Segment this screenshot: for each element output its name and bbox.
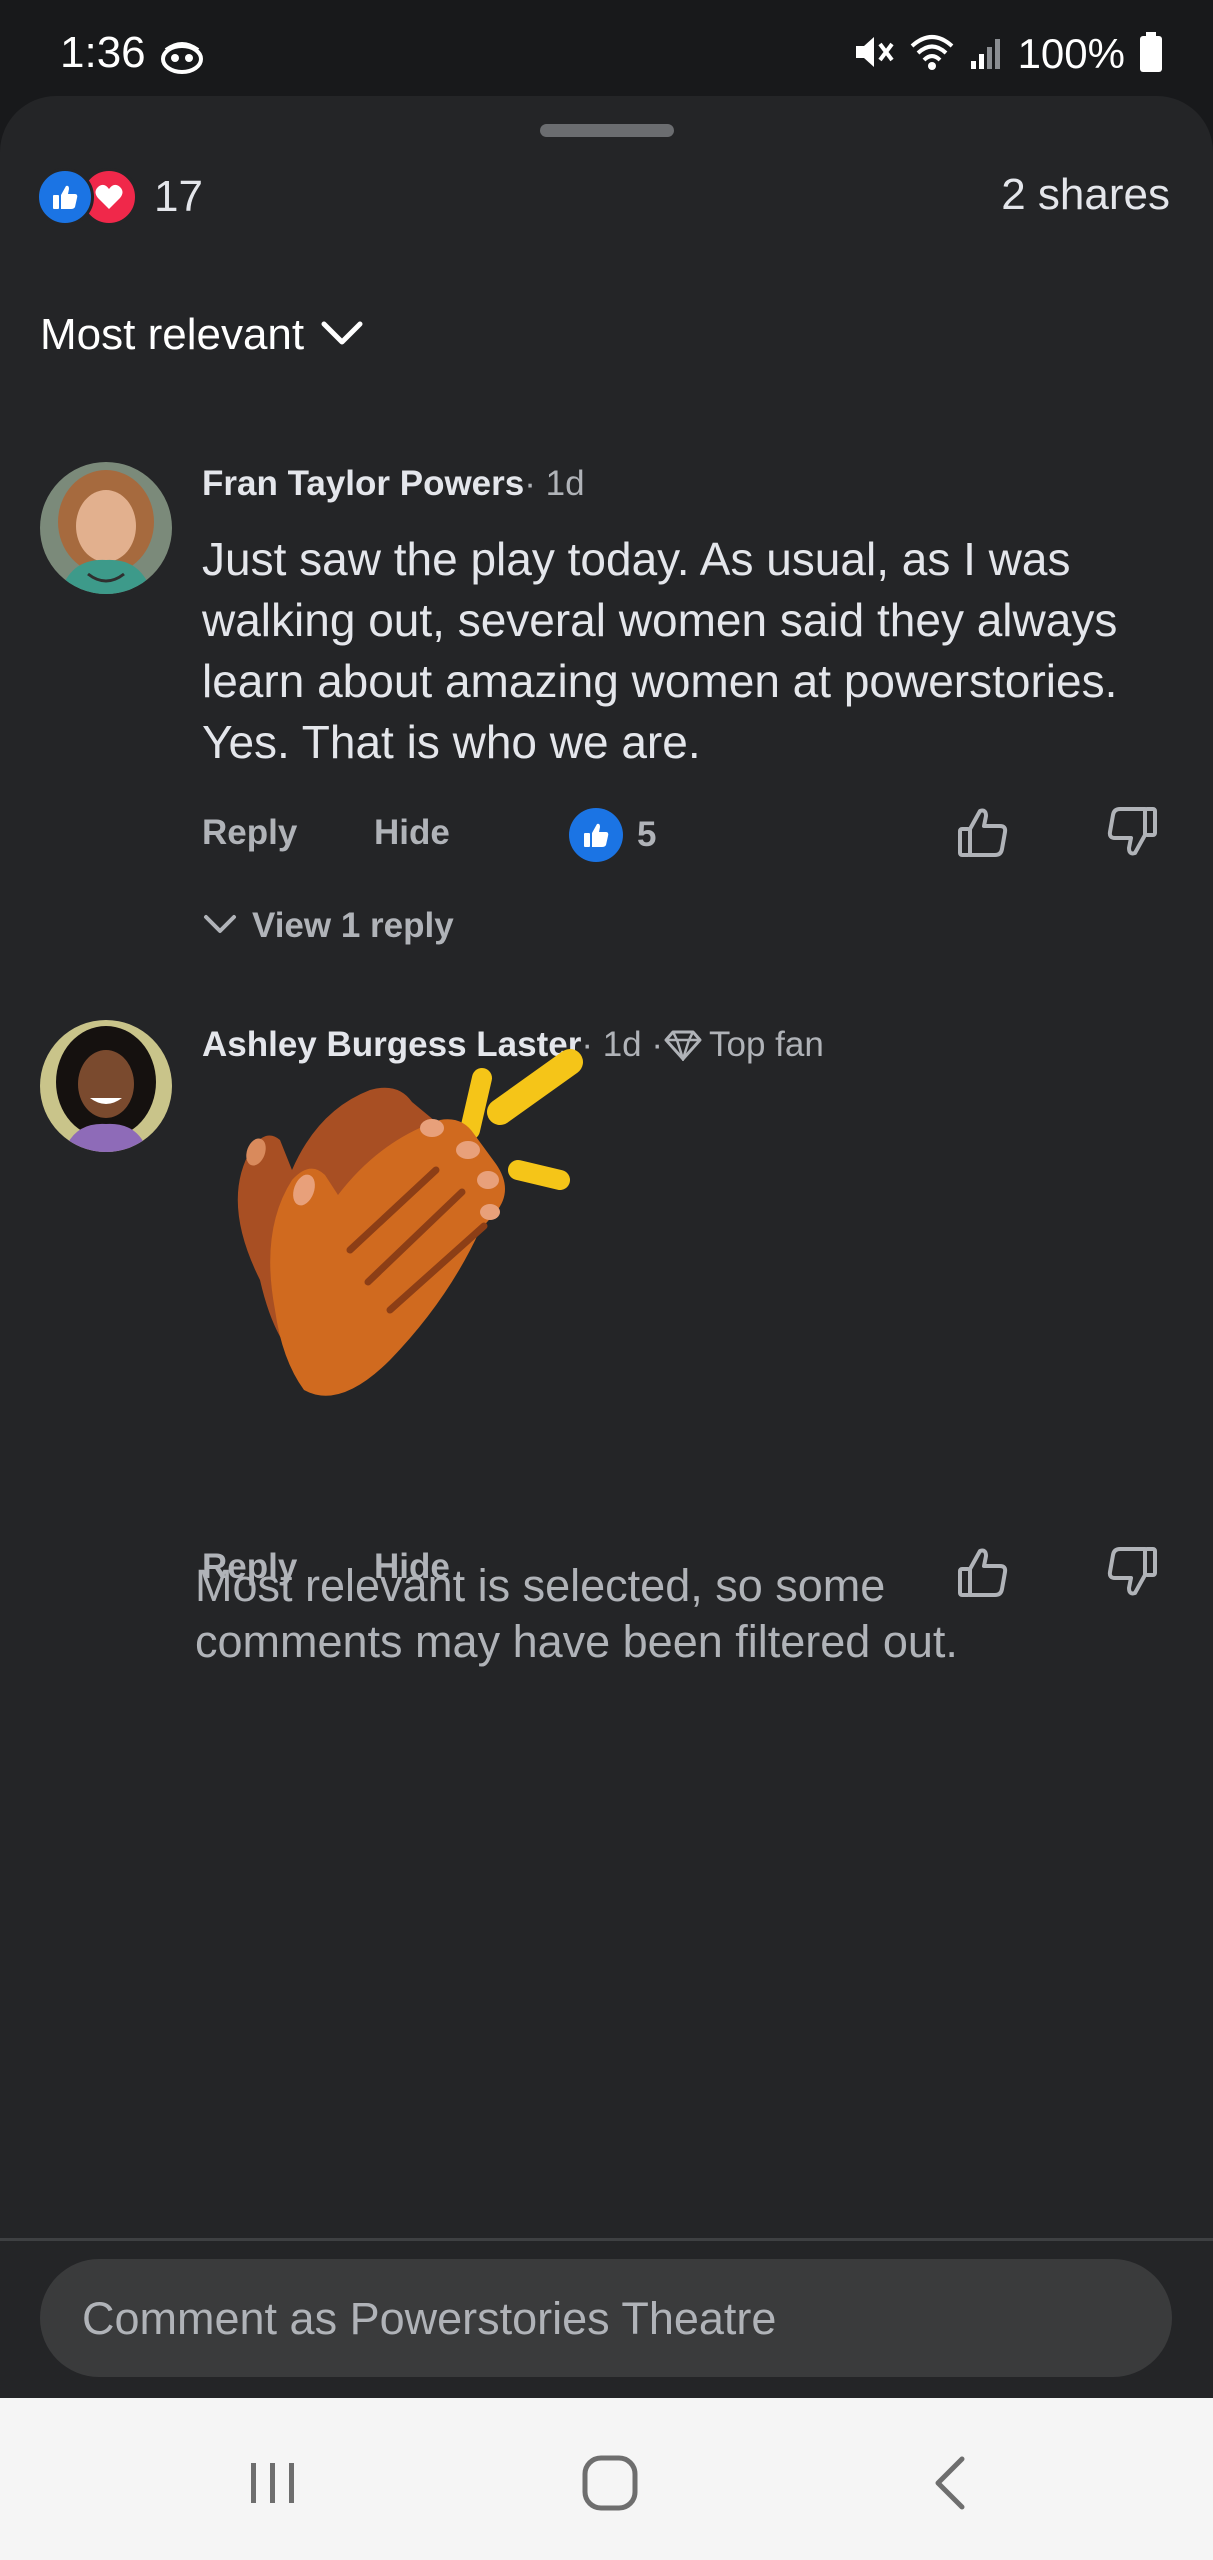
top-fan-badge: Top fan xyxy=(709,1025,824,1064)
battery-icon xyxy=(1139,31,1163,77)
comment-text: Just saw the play today. As usual, as I … xyxy=(202,533,1118,768)
view-replies-label: View 1 reply xyxy=(252,906,454,945)
comment-timestamp: · 1d xyxy=(524,464,585,503)
sort-label: Most relevant xyxy=(40,310,305,359)
home-button[interactable] xyxy=(575,2448,645,2518)
like-icon xyxy=(569,808,623,862)
battery-percent: 100% xyxy=(1017,30,1125,77)
status-time: 1:36 xyxy=(60,28,146,77)
view-replies-button[interactable]: View 1 reply xyxy=(202,906,454,946)
status-icons: 100% xyxy=(852,30,1163,78)
reply-button[interactable]: Reply xyxy=(202,813,297,853)
chevron-down-icon xyxy=(320,319,364,352)
avatar[interactable] xyxy=(40,462,172,594)
filter-notice: Most relevant is selected, so some comme… xyxy=(195,1560,958,1667)
comment-header: Fran Taylor Powers · 1d xyxy=(202,464,585,504)
reactions-summary[interactable]: 17 xyxy=(36,168,203,226)
hide-button[interactable]: Hide xyxy=(374,813,450,853)
signal-icon xyxy=(970,34,1004,75)
avatar[interactable] xyxy=(40,1020,172,1152)
reaction-count: 17 xyxy=(154,172,203,221)
sort-dropdown[interactable]: Most relevant xyxy=(40,310,364,360)
system-nav-bar xyxy=(0,2398,1213,2560)
downvote-button[interactable] xyxy=(1102,802,1162,862)
recent-apps-icon xyxy=(251,2463,294,2503)
recent-apps-button[interactable] xyxy=(238,2448,308,2518)
comment-like-summary[interactable]: 5 xyxy=(569,808,656,862)
chevron-down-icon xyxy=(202,913,238,940)
comment-like-count: 5 xyxy=(637,815,657,854)
thumbs-up-icon xyxy=(958,808,1008,857)
wave-monster-icon xyxy=(160,40,204,79)
status-bar: 1:36 100% xyxy=(0,0,1213,96)
clapping-hands-sticker xyxy=(200,1020,610,1420)
thumbs-down-icon xyxy=(1107,807,1157,856)
thumbs-down-icon xyxy=(1107,1547,1157,1596)
upvote-button[interactable] xyxy=(953,802,1013,862)
comment-author[interactable]: Fran Taylor Powers xyxy=(202,464,524,504)
divider xyxy=(0,2238,1213,2241)
mute-icon xyxy=(852,32,894,77)
home-icon xyxy=(582,2455,638,2511)
back-icon xyxy=(935,2456,965,2510)
diamond-icon xyxy=(663,1029,703,1061)
drag-handle[interactable] xyxy=(540,124,674,137)
downvote-button[interactable] xyxy=(1102,1542,1162,1602)
like-icon xyxy=(36,168,94,226)
comment-input-placeholder: Comment as Powerstories Theatre xyxy=(82,2293,777,2344)
comment-input[interactable]: Comment as Powerstories Theatre xyxy=(40,2259,1172,2377)
back-button[interactable] xyxy=(915,2448,985,2518)
wifi-icon xyxy=(908,32,956,77)
shares-count[interactable]: 2 shares xyxy=(1001,170,1170,220)
